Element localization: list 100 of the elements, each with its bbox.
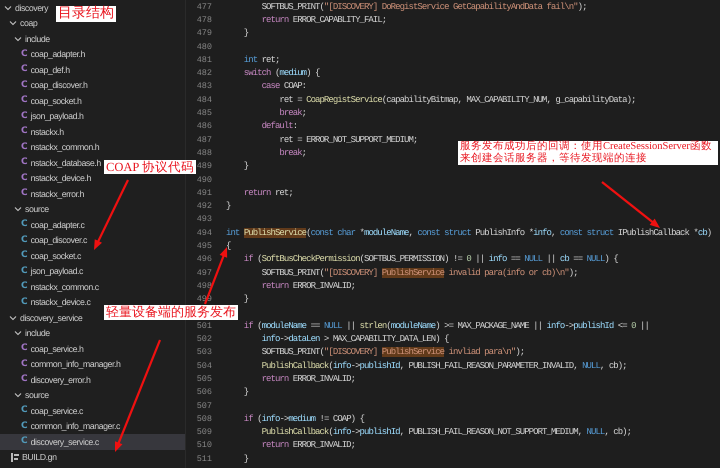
c-file-icon: C bbox=[21, 112, 28, 121]
annotation-label: COAP 协议代码 bbox=[104, 160, 196, 174]
line-number: 494 bbox=[196, 228, 212, 238]
c-file-icon: C bbox=[21, 189, 28, 198]
code-line: ret = CoapRegistService(capabilityBitmap, MAX_CAPABILITY_NUM, g_capabilityData); bbox=[278, 94, 636, 105]
tree-item[interactable]: C nstackx_common.h bbox=[0, 140, 102, 155]
tree-item[interactable]: C nstackx_error.h bbox=[0, 186, 87, 202]
line-number: 483 bbox=[196, 81, 212, 92]
annotation-label: 服务发布成功后的回调：使用CreateSessionServer函数来创建会话服务器，等待发现端的连接 bbox=[458, 141, 718, 166]
line-number: 509 bbox=[196, 427, 212, 438]
tree-item[interactable]: C coap_socket.h bbox=[0, 93, 84, 108]
c-file-icon: C bbox=[21, 406, 28, 416]
c-file-icon: C bbox=[21, 437, 28, 446]
tree-item[interactable]: source bbox=[0, 388, 52, 403]
tree-item[interactable]: C coap_adapter.h bbox=[0, 46, 88, 62]
tree-item[interactable]: discovery_service bbox=[0, 310, 86, 326]
line-number: 496 bbox=[196, 254, 212, 264]
code-line: break; bbox=[278, 108, 306, 118]
code-line: if (info->medium != COAP) { bbox=[242, 414, 364, 424]
code-line: ret = ERROR_NOT_SUPPORT_MEDIUM; bbox=[278, 134, 418, 145]
line-number: 491 bbox=[196, 188, 212, 198]
c-file-icon: C bbox=[21, 344, 28, 354]
code-line: default: bbox=[260, 121, 298, 132]
line-number: 493 bbox=[196, 214, 212, 224]
code-line: info->dataLen > MAX_CAPABILITY_DATA_LEN) { bbox=[260, 334, 449, 344]
tree-item[interactable]: C coap_socket.c bbox=[0, 248, 84, 264]
line-number: 484 bbox=[196, 94, 212, 105]
annotation-label: 轻量设备端的服务发布 bbox=[104, 305, 238, 320]
code-line: return ERROR_INVALID; bbox=[260, 374, 356, 384]
arrow bbox=[601, 181, 660, 228]
code-line: { bbox=[226, 240, 230, 251]
code-line: PublishCallback(info->publishId, PUBLISH_FAIL_REASON_PARAMETER_INVALID, NULL, cb); bbox=[260, 360, 627, 371]
c-file-icon: C bbox=[21, 50, 28, 59]
line-number: 489 bbox=[196, 161, 212, 172]
tree-item[interactable]: include bbox=[0, 326, 53, 341]
code-line: if (SoftBusCheckPermission(SOFTBUS_PERMISSION) != 0 || info == NULL || cb == NULL) { bbox=[242, 254, 618, 264]
line-number: 479 bbox=[196, 28, 212, 38]
c-file-icon: C bbox=[21, 142, 28, 152]
annotation-label: 目录结构 bbox=[56, 6, 116, 22]
tree-item[interactable]: C common_info_manager.h bbox=[0, 356, 124, 372]
tree-item[interactable]: C nstackx_device.c bbox=[0, 294, 94, 310]
tree-item[interactable]: C discovery_error.h bbox=[0, 372, 94, 388]
c-file-icon: C bbox=[21, 360, 28, 369]
line-number: 487 bbox=[196, 134, 212, 145]
c-file-icon: C bbox=[21, 266, 28, 276]
c-file-icon: C bbox=[21, 375, 28, 384]
tree-item[interactable]: C json_payload.c bbox=[0, 264, 86, 279]
code-line: } bbox=[226, 201, 230, 212]
line-number: 481 bbox=[196, 54, 212, 65]
code-line: } bbox=[242, 294, 248, 304]
tree-item[interactable]: coap bbox=[0, 16, 40, 31]
code-line: PublishCallback(info->publishId, PUBLISH_FAIL_REASON_NOT_SUPPORT_MEDIUM, NULL, cb); bbox=[260, 427, 632, 438]
c-file-icon: C bbox=[21, 96, 28, 106]
tree-item[interactable]: C json_payload.h bbox=[0, 108, 86, 124]
c-file-icon: C bbox=[21, 236, 28, 245]
code-line: return ERROR_CAPABLITY_FAIL; bbox=[260, 14, 386, 25]
line-number: 497 bbox=[196, 268, 212, 278]
c-file-icon: C bbox=[21, 220, 28, 230]
tree-item[interactable]: BUILD.gn bbox=[0, 450, 60, 465]
tree-item[interactable]: C common_info_manager.c bbox=[0, 418, 123, 434]
tree-item[interactable]: C nstackx_database.h bbox=[0, 155, 104, 170]
line-number: 503 bbox=[196, 347, 212, 358]
line-number: 480 bbox=[196, 42, 212, 52]
tree-item[interactable]: C coap_adapter.c bbox=[0, 217, 88, 232]
tree-item[interactable]: C coap_discover.c bbox=[0, 232, 90, 248]
tree-item[interactable]: C nstackx_common.c bbox=[0, 279, 102, 294]
tree-item[interactable]: C discovery_service.c bbox=[0, 434, 185, 450]
tree-item[interactable]: discovery bbox=[0, 0, 52, 16]
c-file-icon: C bbox=[21, 282, 28, 292]
c-file-icon: C bbox=[21, 174, 28, 183]
tree-item[interactable]: C coap_def.h bbox=[0, 62, 73, 78]
code-line: return ERROR_INVALID; bbox=[260, 440, 356, 450]
line-number: 506 bbox=[196, 387, 212, 398]
c-file-icon: C bbox=[21, 80, 28, 90]
line-number: 482 bbox=[196, 68, 212, 78]
tree-item[interactable]: C coap_service.h bbox=[0, 341, 86, 356]
line-number: 486 bbox=[196, 121, 212, 132]
code-line: return ERROR_INVALID; bbox=[260, 280, 356, 291]
c-file-icon: C bbox=[21, 251, 28, 260]
tree-item[interactable]: C coap_discover.h bbox=[0, 78, 90, 93]
line-number: 501 bbox=[196, 320, 212, 331]
arrow bbox=[94, 180, 129, 250]
tree-item[interactable]: include bbox=[0, 31, 53, 46]
build-file-icon bbox=[11, 452, 19, 462]
line-number: 485 bbox=[196, 108, 212, 118]
code-line: } bbox=[242, 387, 248, 398]
tree-item[interactable]: C coap_service.c bbox=[0, 403, 86, 418]
c-file-icon: C bbox=[21, 422, 28, 431]
code-line: return ret; bbox=[242, 188, 293, 198]
code-line: if (moduleName == NULL || strlen(moduleName) >= MAX_PACKAGE_NAME || info->publishId <= 0 || bbox=[242, 320, 649, 331]
line-number: 510 bbox=[196, 440, 212, 450]
code-line: } bbox=[242, 28, 248, 38]
tree-item[interactable]: C nstackx.h bbox=[0, 124, 67, 140]
line-number: 502 bbox=[196, 334, 212, 344]
c-file-icon: C bbox=[21, 298, 28, 307]
line-number: 492 bbox=[196, 201, 212, 212]
line-number: 498 bbox=[196, 280, 212, 291]
tree-item[interactable]: source bbox=[0, 202, 52, 217]
tree-item[interactable]: C nstackx_device.h bbox=[0, 170, 94, 186]
code-line: } bbox=[242, 454, 248, 464]
